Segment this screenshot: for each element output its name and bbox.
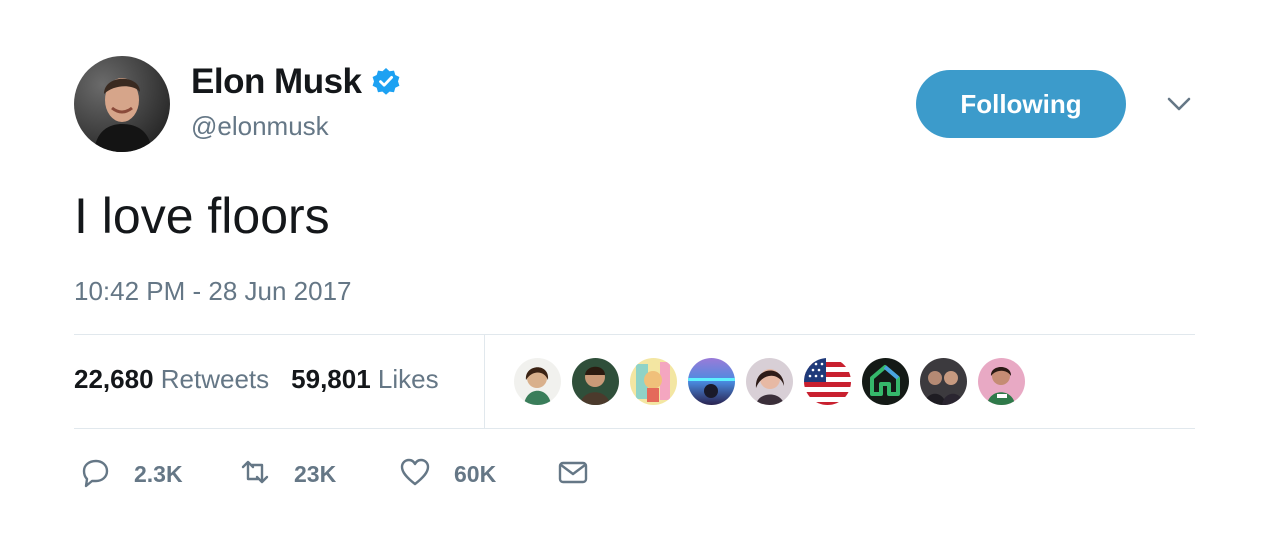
retweet-icon (238, 455, 272, 494)
retweets-stat[interactable]: 22,680 Retweets (74, 364, 269, 395)
liker-avatar[interactable] (920, 358, 967, 405)
liker-avatar[interactable] (688, 358, 735, 405)
like-count: 60K (454, 460, 497, 487)
retweets-label: Retweets (160, 364, 270, 394)
liker-avatar[interactable] (862, 358, 909, 405)
liker-avatar[interactable] (804, 358, 851, 405)
like-button[interactable]: 60K (398, 452, 496, 496)
retweet-count: 23K (294, 460, 337, 487)
likes-count: 59,801 (291, 364, 371, 394)
direct-message-button[interactable] (556, 452, 590, 496)
divider (74, 334, 1195, 335)
envelope-icon (556, 455, 590, 494)
reply-button[interactable]: 2.3K (78, 452, 183, 496)
verified-badge-icon (371, 67, 401, 97)
tweet-text: I love floors (74, 188, 330, 244)
stats-divider (484, 335, 485, 428)
liker-avatar[interactable] (630, 358, 677, 405)
likes-label: Likes (377, 364, 439, 394)
author-display-name[interactable]: Elon Musk (191, 62, 362, 102)
heart-icon (398, 455, 432, 494)
tweet-stats: 22,680 Retweets 59,801 Likes (74, 364, 461, 395)
divider (74, 428, 1195, 429)
author-avatar[interactable] (74, 56, 170, 152)
reply-count: 2.3K (134, 460, 183, 487)
chevron-down-icon[interactable] (1164, 92, 1194, 116)
retweet-button[interactable]: 23K (238, 452, 336, 496)
liker-avatar[interactable] (978, 358, 1025, 405)
retweets-count: 22,680 (74, 364, 154, 394)
following-button[interactable]: Following (916, 70, 1126, 138)
liker-avatars (514, 358, 1036, 405)
liker-avatar[interactable] (514, 358, 561, 405)
liker-avatar[interactable] (746, 358, 793, 405)
author-handle[interactable]: @elonmusk (191, 111, 329, 142)
reply-icon (78, 455, 112, 494)
liker-avatar[interactable] (572, 358, 619, 405)
author-name-row[interactable]: Elon Musk (191, 62, 401, 102)
likes-stat[interactable]: 59,801 Likes (291, 364, 438, 395)
tweet-timestamp[interactable]: 10:42 PM - 28 Jun 2017 (74, 276, 352, 307)
